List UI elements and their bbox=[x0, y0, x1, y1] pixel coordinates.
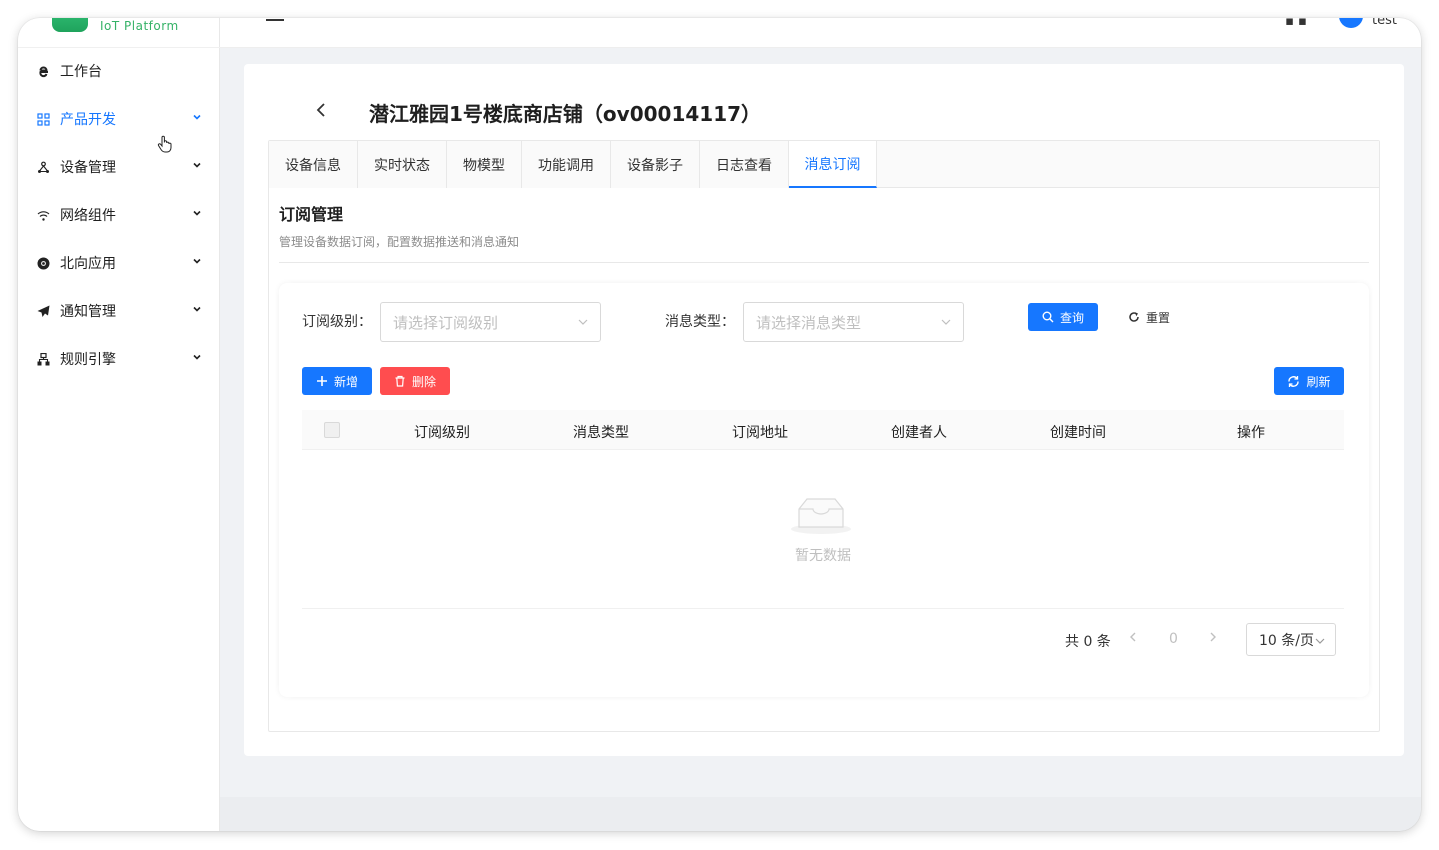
ie-icon bbox=[36, 64, 50, 78]
column-header[interactable]: 创建时间 bbox=[1050, 422, 1106, 442]
sidebar-item-network[interactable]: 网络组件 bbox=[18, 191, 220, 239]
chevron-down-icon bbox=[193, 210, 201, 216]
add-button-label: 新增 bbox=[333, 374, 358, 389]
chevron-down-icon bbox=[578, 319, 588, 325]
query-button[interactable]: 查询 bbox=[1028, 303, 1098, 331]
top-header: ▪ ▪ test bbox=[220, 18, 1421, 48]
query-button-label: 查询 bbox=[1059, 310, 1084, 325]
page-title: 潜江雅园1号楼底商店铺（ov00014117） bbox=[369, 102, 762, 126]
mouse-cursor-icon bbox=[157, 135, 173, 158]
level-select[interactable]: 请选择订阅级别 bbox=[380, 302, 601, 342]
pagination-total: 共 0 条 bbox=[1065, 634, 1111, 650]
chevron-down-icon bbox=[193, 306, 201, 312]
section-title: 订阅管理 bbox=[279, 205, 344, 224]
reset-button-label: 重置 bbox=[1145, 310, 1170, 325]
tabs-bar: 设备信息 实时状态 物模型 功能调用 设备影子 日志查看 消息订阅 bbox=[269, 141, 1379, 188]
sidebar-menu: 工作台 产品开发 设备管理 网络组件 北向应用 通知管理 规则引擎 bbox=[18, 47, 220, 383]
sidebar-item-product-dev[interactable]: 产品开发 bbox=[18, 95, 220, 143]
sidebar-item-label: 北向应用 bbox=[60, 256, 116, 272]
sidebar-item-workbench[interactable]: 工作台 bbox=[18, 47, 220, 95]
app-window: IoT Platform 工作台 产品开发 设备管理 网络组件 北向应用 通知管… bbox=[18, 18, 1421, 831]
sidebar: IoT Platform 工作台 产品开发 设备管理 网络组件 北向应用 通知管… bbox=[18, 18, 220, 831]
sidebar-item-label: 产品开发 bbox=[60, 112, 116, 128]
section-description: 管理设备数据订阅，配置数据推送和消息通知 bbox=[279, 235, 520, 249]
page-size-select[interactable]: 10 条/页 bbox=[1246, 623, 1336, 656]
empty-text: 暂无数据 bbox=[795, 548, 851, 564]
sidebar-item-label: 通知管理 bbox=[60, 304, 116, 320]
empty-inbox-icon bbox=[791, 498, 851, 534]
plus-icon bbox=[316, 376, 327, 386]
tab-message-subscription[interactable]: 消息订阅 bbox=[789, 141, 877, 188]
type-select-placeholder: 请选择消息类型 bbox=[756, 313, 862, 332]
logo-icon bbox=[52, 18, 88, 32]
select-all-checkbox[interactable] bbox=[324, 422, 340, 438]
send-icon bbox=[36, 304, 50, 318]
pagination-page[interactable]: 0 bbox=[1169, 631, 1178, 647]
search-icon bbox=[1042, 311, 1054, 323]
chrome-icon bbox=[36, 256, 50, 270]
chevron-down-icon bbox=[193, 114, 201, 120]
chevron-down-icon bbox=[193, 258, 201, 264]
column-header[interactable]: 订阅地址 bbox=[732, 422, 788, 442]
username[interactable]: test bbox=[1372, 18, 1397, 28]
column-header[interactable]: 消息类型 bbox=[573, 422, 629, 442]
sidebar-item-label: 工作台 bbox=[60, 64, 102, 80]
trash-icon bbox=[395, 375, 405, 387]
type-select[interactable]: 请选择消息类型 bbox=[743, 302, 964, 342]
logo-area: IoT Platform bbox=[18, 18, 220, 48]
chevron-down-icon bbox=[193, 354, 201, 360]
sidebar-item-northbound[interactable]: 北向应用 bbox=[18, 239, 220, 287]
footer-area bbox=[220, 797, 1421, 831]
delete-button[interactable]: 删除 bbox=[380, 367, 450, 395]
sidebar-item-device-mgmt[interactable]: 设备管理 bbox=[18, 143, 220, 191]
sidebar-item-label: 网络组件 bbox=[60, 208, 116, 224]
level-filter-label: 订阅级别： bbox=[302, 314, 372, 330]
column-header[interactable]: 创建者人 bbox=[891, 422, 947, 442]
sidebar-item-notification[interactable]: 通知管理 bbox=[18, 287, 220, 335]
page-size-value: 10 条/页 bbox=[1259, 632, 1314, 649]
sidebar-item-label: 规则引擎 bbox=[60, 352, 116, 368]
tab-realtime-status[interactable]: 实时状态 bbox=[358, 141, 447, 188]
tree-icon bbox=[36, 352, 50, 366]
tab-thing-model[interactable]: 物模型 bbox=[447, 141, 522, 188]
refresh-icon bbox=[1288, 375, 1300, 387]
chevron-down-icon bbox=[941, 319, 951, 325]
tab-function-call[interactable]: 功能调用 bbox=[522, 141, 611, 188]
tab-log-view[interactable]: 日志查看 bbox=[700, 141, 789, 188]
table-header: 订阅级别 消息类型 订阅地址 创建者人 创建时间 操作 bbox=[302, 410, 1344, 450]
level-select-placeholder: 请选择订阅级别 bbox=[393, 313, 499, 332]
nodes-icon bbox=[36, 160, 50, 174]
reset-button[interactable]: 重置 bbox=[1119, 303, 1179, 331]
reload-icon bbox=[1129, 312, 1139, 322]
chevron-down-icon bbox=[1315, 638, 1325, 644]
divider bbox=[302, 608, 1344, 609]
sidebar-item-rule-engine[interactable]: 规则引擎 bbox=[18, 335, 220, 383]
avatar[interactable] bbox=[1339, 18, 1363, 28]
pagination-prev-icon[interactable] bbox=[1128, 630, 1138, 648]
pagination-next-icon[interactable] bbox=[1208, 630, 1218, 648]
refresh-button[interactable]: 刷新 bbox=[1274, 367, 1344, 395]
back-button[interactable] bbox=[314, 100, 328, 122]
fullscreen-icon[interactable]: ▪ ▪ bbox=[1285, 18, 1307, 29]
delete-button-label: 删除 bbox=[411, 374, 436, 389]
sidebar-item-label: 设备管理 bbox=[60, 160, 116, 176]
subscription-panel: 订阅级别： 请选择订阅级别 消息类型： 请选择消息类型 查询 重置 新增 删除 … bbox=[279, 283, 1369, 697]
logo-text: IoT Platform bbox=[100, 19, 179, 33]
divider bbox=[279, 262, 1369, 263]
refresh-button-label: 刷新 bbox=[1306, 374, 1331, 389]
grid-icon bbox=[36, 112, 50, 126]
type-filter-label: 消息类型： bbox=[665, 314, 735, 330]
main-card: 潜江雅园1号楼底商店铺（ov00014117） 设备信息 实时状态 物模型 功能… bbox=[244, 64, 1404, 756]
add-button[interactable]: 新增 bbox=[302, 367, 372, 395]
tab-device-info[interactable]: 设备信息 bbox=[269, 141, 358, 188]
menu-toggle-icon[interactable] bbox=[266, 18, 284, 24]
wifi-icon bbox=[36, 208, 50, 222]
tab-device-shadow[interactable]: 设备影子 bbox=[611, 141, 700, 188]
column-header[interactable]: 订阅级别 bbox=[414, 422, 470, 442]
column-header: 操作 bbox=[1237, 425, 1265, 441]
tabs-container: 设备信息 实时状态 物模型 功能调用 设备影子 日志查看 消息订阅 订阅管理 管… bbox=[268, 140, 1380, 732]
chevron-down-icon bbox=[193, 162, 201, 168]
